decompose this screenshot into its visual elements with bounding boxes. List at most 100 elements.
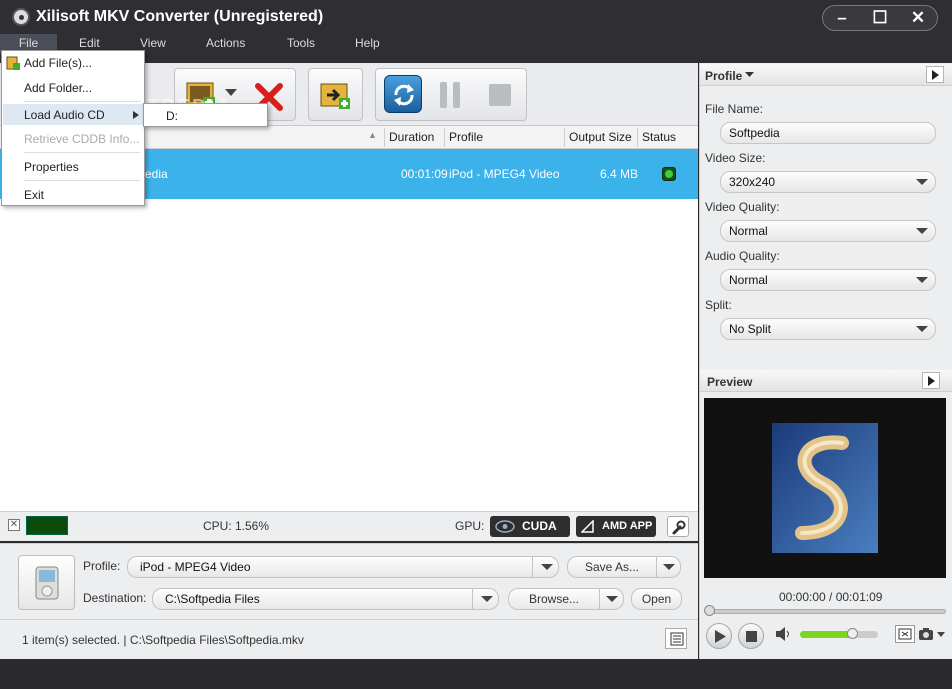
- menu-item-load-audio-cd[interactable]: Load Audio CD: [24, 108, 105, 122]
- column-profile[interactable]: Profile: [449, 130, 483, 144]
- wrench-icon: [672, 520, 686, 535]
- column-duration[interactable]: Duration: [389, 130, 434, 144]
- video-quality-value: Normal: [729, 224, 768, 238]
- stop-icon: [746, 631, 757, 642]
- snapshot-button[interactable]: [918, 625, 948, 643]
- collapse-panel-icon[interactable]: [926, 66, 944, 83]
- pause-icon[interactable]: [438, 81, 464, 109]
- column-divider[interactable]: [384, 128, 385, 147]
- log-button[interactable]: [665, 628, 687, 649]
- chevron-down-icon[interactable]: [909, 221, 935, 241]
- file-menu-dropdown: Add File(s)... Add Folder... Load Audio …: [1, 50, 145, 206]
- device-button[interactable]: [18, 555, 75, 610]
- column-divider[interactable]: [444, 128, 445, 147]
- video-quality-select[interactable]: Normal: [720, 220, 936, 242]
- destination-select[interactable]: C:\Softpedia Files: [152, 588, 499, 610]
- column-output-size[interactable]: Output Size: [569, 130, 632, 144]
- menu-actions[interactable]: Actions: [206, 34, 245, 52]
- preview-panel-header: Preview: [700, 370, 952, 392]
- video-size-label: Video Size:: [705, 151, 766, 165]
- chevron-down-icon[interactable]: [656, 557, 680, 577]
- menu-separator: [24, 152, 140, 153]
- menu-help[interactable]: Help: [355, 34, 380, 52]
- seek-thumb[interactable]: [704, 605, 715, 616]
- split-label: Split:: [705, 298, 732, 312]
- audio-quality-select[interactable]: Normal: [720, 269, 936, 291]
- conversion-controls: [375, 68, 527, 121]
- maximize-button[interactable]: ☐: [861, 6, 899, 30]
- list-log-icon: [670, 632, 684, 646]
- settings-wrench-button[interactable]: [667, 516, 689, 537]
- browse-split-button[interactable]: Browse...: [508, 588, 624, 610]
- video-size-select[interactable]: 320x240: [720, 171, 936, 193]
- menu-item-add-files[interactable]: Add File(s)...: [24, 56, 92, 70]
- destination-select-value: C:\Softpedia Files: [165, 592, 260, 606]
- profile-select[interactable]: iPod - MPEG4 Video: [127, 556, 559, 578]
- fullscreen-button[interactable]: [895, 625, 915, 643]
- audio-quality-label: Audio Quality:: [705, 249, 780, 263]
- amd-app-label: AMD APP: [602, 520, 653, 532]
- volume-icon[interactable]: [775, 627, 791, 641]
- cpu-usage-graph: [26, 516, 68, 535]
- video-size-value: 320x240: [729, 175, 776, 189]
- column-status[interactable]: Status: [642, 130, 676, 144]
- seek-bar[interactable]: [706, 609, 946, 614]
- row-output-size: 6.4 MB: [600, 167, 639, 181]
- stop-preview-button[interactable]: [738, 623, 764, 649]
- close-button[interactable]: ✕: [899, 6, 937, 30]
- play-button[interactable]: [706, 623, 732, 649]
- menu-item-exit[interactable]: Exit: [24, 188, 44, 202]
- sort-arrow-icon[interactable]: ▲: [368, 130, 377, 140]
- add-output-profile-button[interactable]: [308, 68, 363, 121]
- stop-icon[interactable]: [488, 83, 512, 107]
- preview-frame-image: [772, 423, 878, 553]
- chevron-down-icon[interactable]: [937, 632, 945, 637]
- submenu-arrow-icon: [133, 111, 139, 119]
- chevron-down-icon[interactable]: [599, 589, 623, 609]
- chevron-down-icon[interactable]: [472, 589, 498, 609]
- amd-app-button[interactable]: AMD APP: [576, 516, 656, 537]
- split-select[interactable]: No Split: [720, 318, 936, 340]
- ipod-icon: [35, 566, 59, 600]
- file-name-input[interactable]: Softpedia: [720, 122, 936, 144]
- amd-logo-icon: [581, 520, 594, 533]
- chevron-down-icon[interactable]: [909, 319, 935, 339]
- chevron-down-icon[interactable]: [909, 172, 935, 192]
- volume-slider-thumb[interactable]: [847, 628, 858, 639]
- browse-label: Browse...: [528, 592, 579, 606]
- fullscreen-icon: [898, 628, 912, 640]
- save-as-split-button[interactable]: Save As...: [567, 556, 681, 578]
- row-profile: iPod - MPEG4 Video: [449, 167, 560, 181]
- menu-item-properties[interactable]: Properties: [24, 160, 79, 174]
- row-duration: 00:01:09: [401, 167, 448, 181]
- profile-panel-title[interactable]: Profile: [705, 69, 742, 83]
- audio-cd-submenu: D:: [143, 103, 268, 127]
- menu-item-add-folder[interactable]: Add Folder...: [24, 81, 92, 95]
- minimize-button[interactable]: –: [823, 6, 861, 30]
- window-title: Xilisoft MKV Converter (Unregistered): [36, 8, 324, 25]
- column-divider[interactable]: [564, 128, 565, 147]
- profile-label: Profile:: [83, 559, 121, 573]
- close-graph-icon[interactable]: ✕: [8, 519, 20, 531]
- submenu-item-drive-d[interactable]: D:: [166, 109, 178, 123]
- menu-separator: [24, 180, 140, 181]
- audio-quality-value: Normal: [729, 273, 768, 287]
- expand-preview-icon[interactable]: [922, 372, 940, 389]
- add-file-icon: [6, 56, 20, 70]
- open-button[interactable]: Open: [631, 588, 682, 610]
- status-ready-icon: [662, 167, 676, 181]
- profile-select-value: iPod - MPEG4 Video: [140, 560, 251, 574]
- profile-panel-header: Profile: [700, 64, 952, 86]
- menu-tools[interactable]: Tools: [287, 34, 315, 52]
- nvidia-eye-icon: [495, 520, 515, 533]
- cuda-button[interactable]: CUDA: [490, 516, 570, 537]
- chevron-down-icon[interactable]: [909, 270, 935, 290]
- column-divider[interactable]: [637, 128, 638, 147]
- convert-refresh-icon: [394, 84, 414, 106]
- chevron-down-icon[interactable]: [745, 72, 754, 78]
- menu-item-retrieve-cddb[interactable]: Retrieve CDDB Info...: [24, 132, 139, 146]
- cuda-label: CUDA: [522, 519, 557, 533]
- chevron-down-icon[interactable]: [532, 557, 558, 577]
- preview-time: 00:00:00 / 00:01:09: [779, 590, 883, 604]
- convert-button[interactable]: [384, 75, 422, 113]
